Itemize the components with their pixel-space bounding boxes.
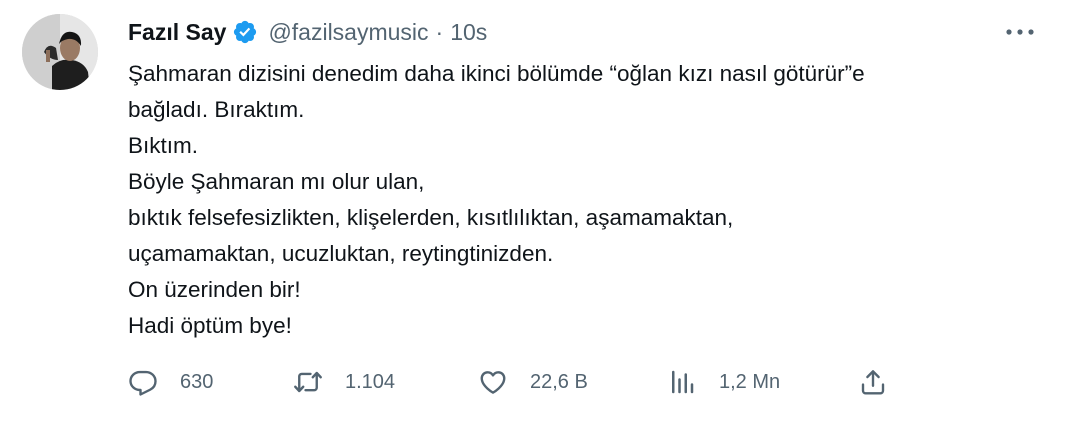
- avatar-image: [22, 14, 98, 90]
- tweet-text-line: Hadi öptüm bye!: [128, 313, 292, 338]
- retweet-button[interactable]: 1.104: [293, 364, 395, 400]
- tweet-text-line: bıktık felsefesizlikten, klişelerden, kı…: [128, 205, 734, 230]
- views-count: 1,2 Mn: [719, 370, 781, 393]
- tweet-text-line: Bıktım.: [128, 133, 199, 158]
- reply-count: 630: [180, 370, 214, 393]
- like-count: 22,6 B: [530, 370, 588, 393]
- reply-icon: [128, 367, 158, 397]
- like-button[interactable]: 22,6 B: [478, 364, 588, 400]
- share-icon: [858, 367, 888, 397]
- more-options-icon[interactable]: [1002, 22, 1038, 42]
- heart-icon: [478, 367, 508, 397]
- tweet-header: Fazıl Say @fazilsaymusic · 10s: [128, 17, 487, 47]
- tweet-card[interactable]: Fazıl Say @fazilsaymusic · 10s Şahmaran …: [0, 0, 1070, 430]
- retweet-count: 1.104: [345, 370, 396, 393]
- tweet-text-line: Böyle Şahmaran mı olur ulan,: [128, 169, 425, 194]
- verified-badge-icon: [232, 19, 258, 45]
- views-icon: [667, 367, 697, 397]
- avatar[interactable]: [22, 14, 98, 90]
- author-handle[interactable]: @fazilsaymusic: [268, 19, 428, 46]
- tweet-text-line: On üzerinden bir!: [128, 277, 301, 302]
- header-separator: ·: [435, 18, 444, 45]
- tweet-timestamp[interactable]: 10s: [450, 19, 487, 46]
- tweet-actions-bar: 630 1.104 22,6 B 1,2 Mn: [128, 364, 928, 400]
- author-display-name[interactable]: Fazıl Say: [128, 19, 226, 46]
- tweet-text: Şahmaran dizisini denedim daha ikinci bö…: [128, 56, 1038, 344]
- reply-button[interactable]: 630: [128, 364, 213, 400]
- tweet-text-line: Şahmaran dizisini denedim daha ikinci bö…: [128, 61, 865, 86]
- share-button[interactable]: [858, 364, 888, 400]
- retweet-icon: [293, 367, 323, 397]
- views-button[interactable]: 1,2 Mn: [667, 364, 780, 400]
- tweet-text-line: bağladı. Bıraktım.: [128, 97, 305, 122]
- tweet-text-line: uçamamaktan, ucuzluktan, reytingtinizden…: [128, 241, 554, 266]
